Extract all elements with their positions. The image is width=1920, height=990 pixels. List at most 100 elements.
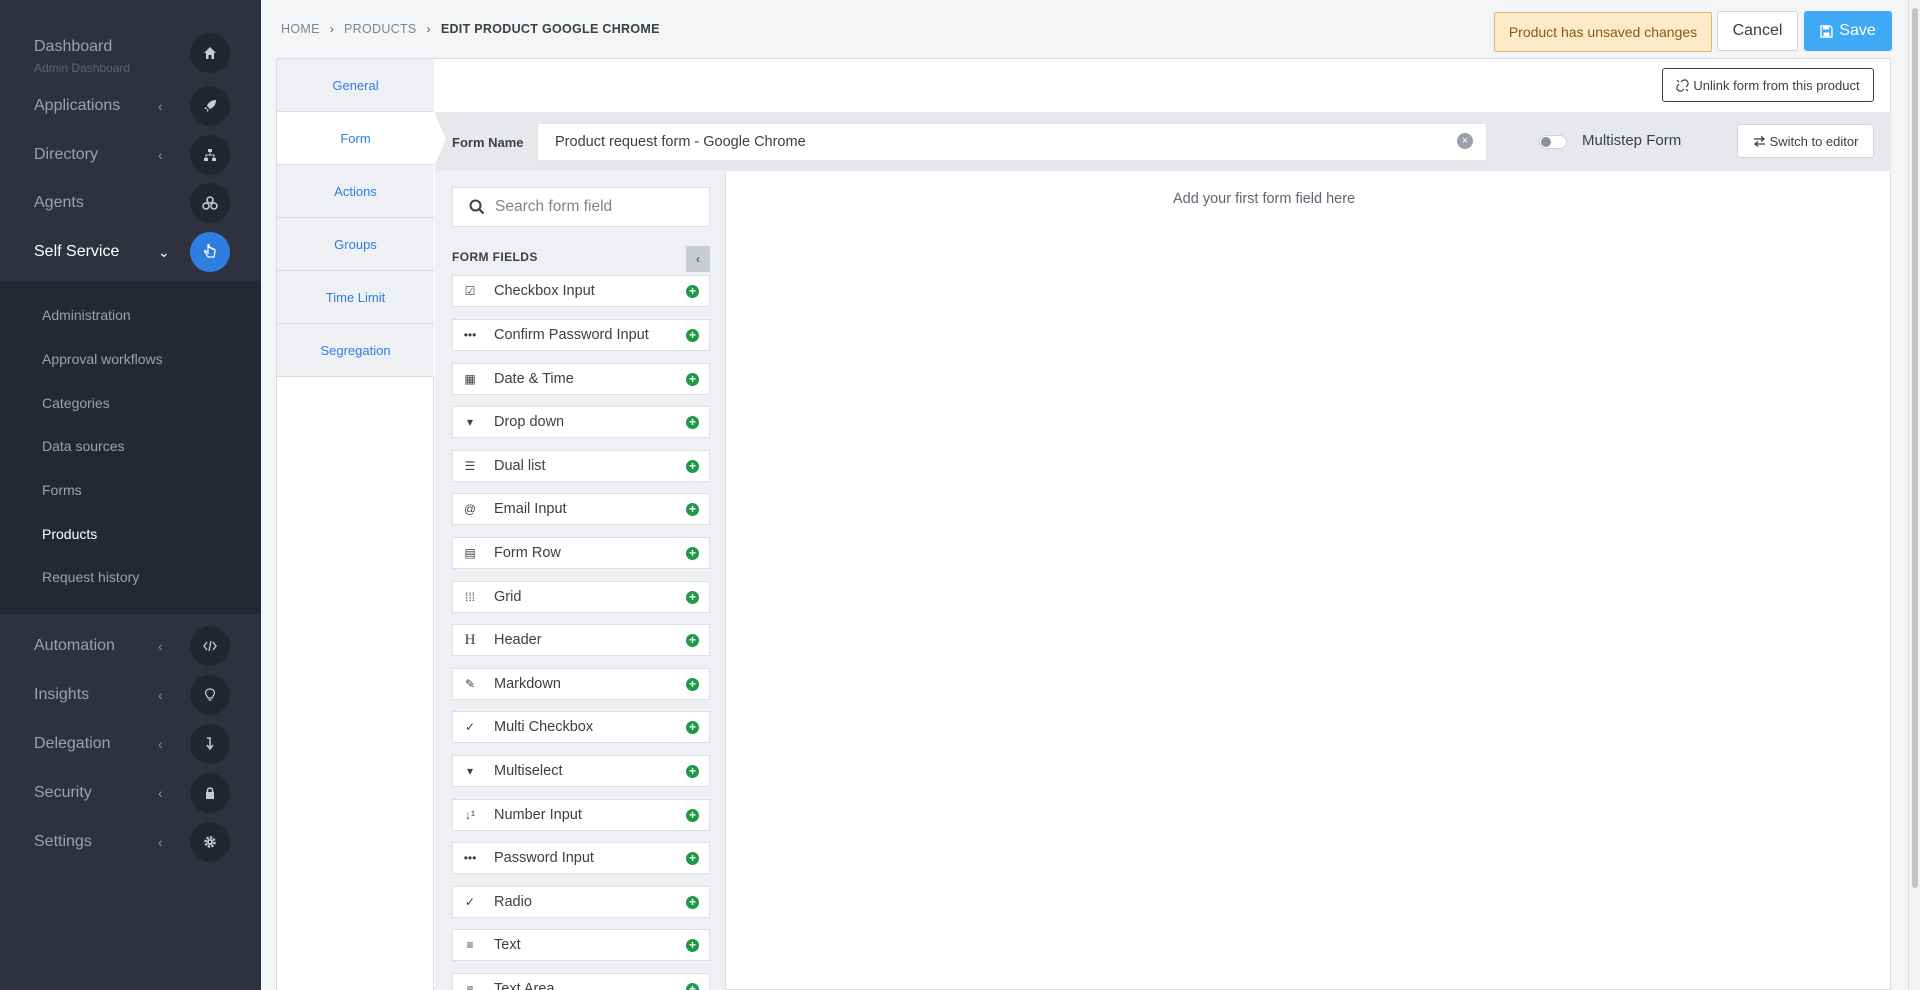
field-item-drop-down[interactable]: ▾ Drop down + [452, 406, 710, 438]
add-circle-icon[interactable]: + [686, 633, 699, 647]
product-editor-panel: General Form Actions Groups Time Limit S… [276, 58, 1891, 990]
field-item-confirm-password-input[interactable]: ••• Confirm Password Input + [452, 319, 710, 351]
sidebar-item-agents[interactable]: Agents [0, 179, 261, 227]
field-item-checkbox-input[interactable]: ☑ Checkbox Input + [452, 275, 710, 307]
submenu-item-forms[interactable]: Forms [42, 482, 82, 498]
clear-icon[interactable]: × [1457, 133, 1473, 149]
field-item-email-input[interactable]: @ Email Input + [452, 493, 710, 525]
sidebar-item-applications[interactable]: Applications ‹ [0, 82, 261, 130]
field-item-number-input[interactable]: ↓¹ Number Input + [452, 799, 710, 831]
save-button[interactable]: Save [1804, 11, 1892, 51]
tab-time-limit[interactable]: Time Limit [277, 271, 434, 324]
sidebar-item-self-service[interactable]: Self Service ⌄ [0, 228, 261, 276]
sidebar-item-delegation[interactable]: Delegation ‹ [0, 720, 261, 768]
add-circle-icon[interactable]: + [686, 851, 699, 865]
field-item-grid[interactable]: ⁞⁞⁞ Grid + [452, 581, 710, 613]
unlink-icon [1676, 78, 1690, 92]
check-circle-icon: ✓ [464, 720, 476, 734]
field-item-multiselect[interactable]: ▾ Multiselect + [452, 755, 710, 787]
form-name-label: Form Name [452, 135, 524, 150]
field-item-markdown[interactable]: ✎ Markdown + [452, 668, 710, 700]
collapse-panel-button[interactable]: ‹ [686, 246, 710, 272]
add-circle-icon[interactable]: + [686, 720, 699, 734]
breadcrumb-home[interactable]: HOME [281, 22, 320, 36]
sidebar-item-label: Settings [34, 833, 92, 850]
add-circle-icon[interactable]: + [686, 328, 699, 342]
align-left-icon: ≡ [466, 982, 474, 990]
field-item-radio[interactable]: ✓ Radio + [452, 886, 710, 918]
search-field[interactable] [452, 187, 710, 227]
cancel-button[interactable]: Cancel [1717, 11, 1798, 51]
field-item-dual-list[interactable]: ☰ Dual list + [452, 450, 710, 482]
list-icon: ☰ [464, 459, 476, 473]
tab-general[interactable]: General [277, 59, 434, 112]
switch-to-editor-label: Switch to editor [1769, 133, 1859, 149]
delegation-icon [190, 724, 230, 764]
sidebar-item-dashboard[interactable]: Dashboard Admin Dashboard [0, 29, 261, 77]
sidebar-item-settings[interactable]: Settings ‹ [0, 818, 261, 866]
sidebar-item-label: Automation [34, 637, 115, 654]
submenu-item-approval-workflows[interactable]: Approval workflows [42, 351, 163, 367]
add-circle-icon[interactable]: + [686, 415, 699, 429]
chevron-left-icon: ‹ [158, 638, 163, 654]
field-item-label: Password Input [494, 850, 594, 866]
add-circle-icon[interactable]: + [686, 502, 699, 516]
form-fields-panel: FORM FIELDS ‹ ☑ Checkbox Input + ••• Con… [435, 171, 726, 990]
multistep-label: Multistep Form [1582, 132, 1682, 149]
field-item-text-area[interactable]: ≡ Text Area + [452, 973, 710, 990]
submenu-item-data-sources[interactable]: Data sources [42, 438, 124, 454]
sidebar-item-directory[interactable]: Directory ‹ [0, 131, 261, 179]
check-circle-icon: ✓ [464, 895, 476, 909]
field-item-form-row[interactable]: ▤ Form Row + [452, 537, 710, 569]
add-circle-icon[interactable]: + [686, 764, 699, 778]
search-input[interactable] [495, 198, 695, 216]
field-item-password-input[interactable]: ••• Password Input + [452, 842, 710, 874]
add-circle-icon[interactable]: + [686, 546, 699, 560]
add-circle-icon[interactable]: + [686, 677, 699, 691]
submenu-item-administration[interactable]: Administration [42, 307, 131, 323]
chevron-left-icon: ‹ [696, 252, 700, 266]
add-circle-icon[interactable]: + [686, 459, 699, 473]
add-circle-icon[interactable]: + [686, 808, 699, 822]
form-fields-title: FORM FIELDS [452, 250, 538, 264]
unlink-form-button[interactable]: Unlink form from this product [1662, 68, 1874, 102]
field-item-label: Number Input [494, 807, 582, 823]
tab-segregation[interactable]: Segregation [277, 324, 434, 377]
submenu-item-products[interactable]: Products [42, 526, 97, 542]
add-circle-icon[interactable]: + [686, 372, 699, 386]
tab-groups[interactable]: Groups [277, 218, 434, 271]
table-icon: ▤ [464, 546, 476, 560]
home-icon [190, 33, 230, 73]
sidebar-item-insights[interactable]: Insights ‹ [0, 671, 261, 719]
field-item-label: Header [494, 632, 542, 648]
calendar-icon: ▦ [464, 372, 476, 386]
page-scrollbar[interactable] [1908, 0, 1920, 990]
submenu-item-categories[interactable]: Categories [42, 395, 110, 411]
chevron-left-icon: ‹ [158, 785, 163, 801]
field-item-multi-checkbox[interactable]: ✓ Multi Checkbox + [452, 711, 710, 743]
tab-form[interactable]: Form [277, 112, 434, 165]
breadcrumb-products[interactable]: PRODUCTS [344, 22, 417, 36]
align-left-icon: ≡ [466, 938, 474, 952]
add-circle-icon[interactable]: + [686, 590, 699, 604]
field-item-date-time[interactable]: ▦ Date & Time + [452, 363, 710, 395]
sidebar-item-automation[interactable]: Automation ‹ [0, 622, 261, 670]
multistep-toggle[interactable] [1539, 135, 1567, 149]
add-circle-icon[interactable]: + [686, 284, 699, 298]
add-circle-icon[interactable]: + [686, 938, 699, 952]
add-circle-icon[interactable]: + [686, 982, 699, 990]
sidebar-item-security[interactable]: Security ‹ [0, 769, 261, 817]
switch-to-editor-button[interactable]: Switch to editor [1737, 124, 1874, 158]
field-item-text[interactable]: ≡ Text + [452, 929, 710, 961]
field-item-label: Multi Checkbox [494, 719, 594, 735]
field-item-header[interactable]: H Header + [452, 624, 710, 656]
sidebar: Dashboard Admin Dashboard Applications ‹… [0, 0, 261, 990]
breadcrumb-current: EDIT PRODUCT GOOGLE CHROME [440, 22, 660, 36]
sidebar-item-label: Dashboard [34, 38, 113, 55]
self-service-submenu: Administration Approval workflows Catego… [0, 281, 261, 614]
submenu-item-request-history[interactable]: Request history [42, 569, 139, 585]
scrollbar-thumb[interactable] [1912, 8, 1918, 888]
form-name-input[interactable] [537, 123, 1487, 161]
add-circle-icon[interactable]: + [686, 895, 699, 909]
tab-actions[interactable]: Actions [277, 165, 434, 218]
